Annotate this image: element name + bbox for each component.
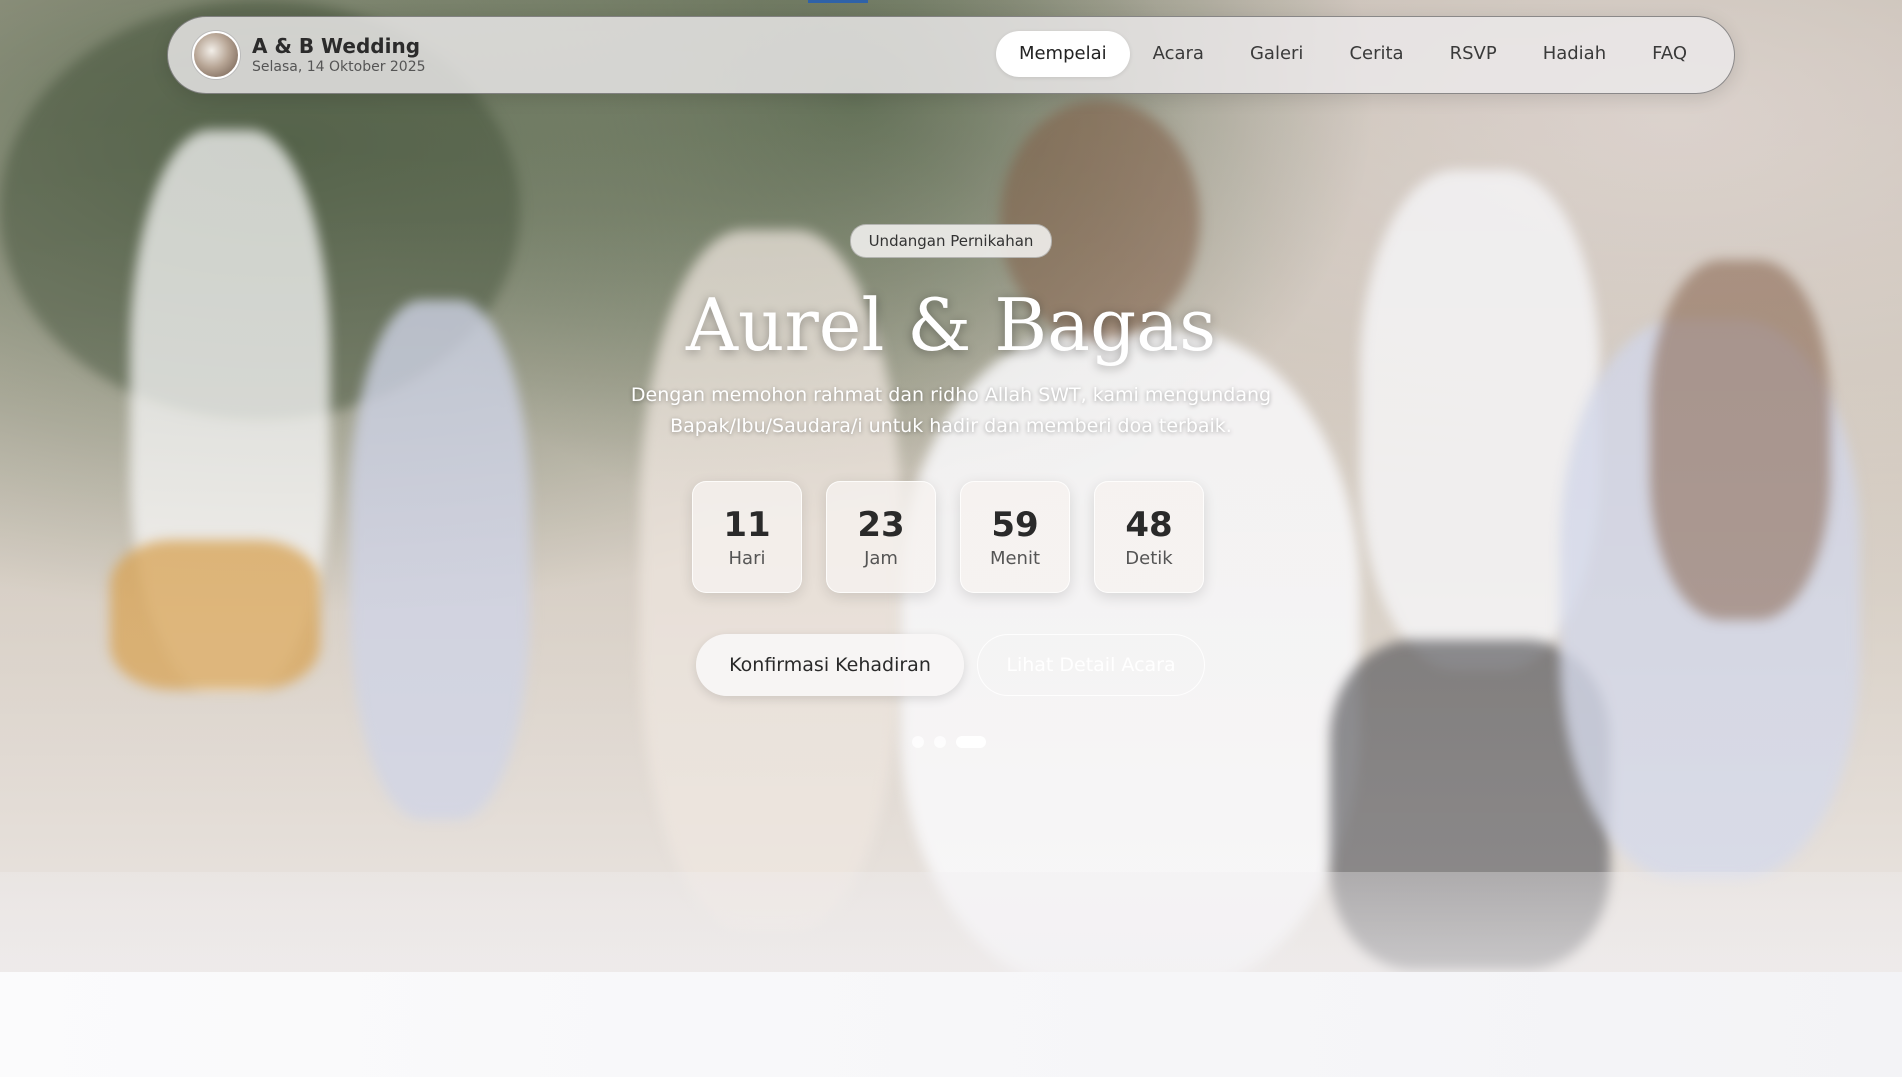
avatar [192, 31, 240, 79]
slide-dot-1[interactable] [912, 736, 924, 748]
nav-item-hadiah[interactable]: Hadiah [1520, 31, 1629, 77]
nav-links: Mempelai Acara Galeri Cerita RSVP Hadiah… [995, 31, 1710, 77]
slide-dot-2[interactable] [934, 736, 946, 748]
countdown-days: 11 Hari [692, 481, 802, 593]
countdown-seconds-label: Detik [1125, 548, 1173, 569]
countdown-minutes-label: Menit [989, 548, 1041, 569]
countdown-minutes: 59 Menit [960, 481, 1070, 593]
nav-item-galeri[interactable]: Galeri [1227, 31, 1326, 77]
nav-item-mempelai[interactable]: Mempelai [995, 31, 1130, 77]
countdown-seconds: 48 Detik [1094, 481, 1204, 593]
slider-dots [912, 736, 986, 748]
brand-date: Selasa, 14 Oktober 2025 [252, 59, 426, 75]
countdown-days-value: 11 [723, 505, 771, 545]
countdown-seconds-value: 48 [1125, 505, 1173, 545]
brand[interactable]: A & B Wedding Selasa, 14 Oktober 2025 [192, 31, 426, 79]
event-detail-button[interactable]: Lihat Detail Acara [977, 634, 1205, 696]
slide-dot-3-active[interactable] [956, 736, 986, 748]
countdown-days-label: Hari [728, 548, 766, 569]
rsvp-confirm-button[interactable]: Konfirmasi Kehadiran [696, 634, 964, 696]
brand-text: A & B Wedding Selasa, 14 Oktober 2025 [252, 34, 426, 76]
couple-title: Aurel & Bagas [685, 283, 1217, 367]
countdown-hours: 23 Jam [826, 481, 936, 593]
countdown-minutes-value: 59 [991, 505, 1039, 545]
page-bottom-section [0, 972, 1902, 1077]
countdown-hours-label: Jam [864, 548, 898, 569]
brand-title: A & B Wedding [252, 34, 421, 58]
nav-item-faq[interactable]: FAQ [1629, 31, 1710, 77]
countdown: 11 Hari 23 Jam 59 Menit 48 Detik [692, 481, 1204, 593]
invitation-subtitle: Dengan memohon rahmat dan ridho Allah SW… [630, 384, 1272, 437]
nav-item-cerita[interactable]: Cerita [1326, 31, 1426, 77]
nav-item-rsvp[interactable]: RSVP [1427, 31, 1520, 77]
navbar: A & B Wedding Selasa, 14 Oktober 2025 Me… [167, 16, 1735, 94]
countdown-hours-value: 23 [857, 505, 905, 545]
top-accent-bar [808, 0, 868, 3]
nav-item-acara[interactable]: Acara [1130, 31, 1227, 77]
invitation-badge: Undangan Pernikahan [850, 224, 1052, 258]
